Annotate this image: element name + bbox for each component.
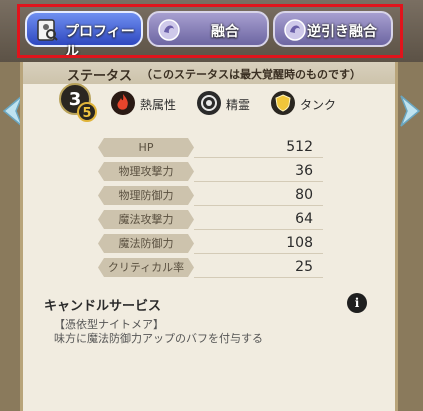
stat-name: 魔法攻撃力	[98, 210, 194, 229]
fire-icon	[111, 91, 135, 115]
status-note: （このステータスは最大覚醒時のものです）	[141, 68, 361, 81]
race-label: 精霊	[226, 98, 251, 112]
stat-row-physical-defense: 物理防御力 80	[98, 186, 323, 206]
stat-value: 25	[295, 259, 313, 275]
stat-row-hp: HP 512	[98, 138, 323, 158]
star-count: 5	[82, 106, 91, 121]
stat-name: HP	[98, 138, 194, 157]
skill-description: 味方に魔法防御力アップのバフを付与する	[54, 332, 263, 345]
stat-name: クリティカル率	[98, 258, 194, 277]
stat-divider	[194, 181, 323, 182]
skill-name: キャンドルサービス	[44, 299, 162, 314]
attribute-label: 熱属性	[140, 98, 177, 112]
status-header: ステータス （このステータスは最大覚醒時のものです）	[23, 62, 395, 84]
stat-row-critical-rate: クリティカル率 25	[98, 258, 323, 278]
next-arrow-icon[interactable]	[399, 94, 421, 128]
stat-value: 108	[286, 235, 313, 251]
stat-name: 魔法防御力	[98, 234, 194, 253]
stat-name: 物理防御力	[98, 186, 194, 205]
role-label: タンク	[300, 98, 337, 112]
stat-divider	[194, 205, 323, 206]
stat-value: 80	[295, 187, 313, 203]
stat-value: 512	[286, 139, 313, 155]
info-icon[interactable]: i	[347, 293, 367, 313]
stat-divider	[194, 157, 323, 158]
spirit-icon	[197, 91, 221, 115]
rank-badge-icon: 3 5	[59, 83, 97, 122]
tab-highlight-frame	[17, 4, 403, 58]
stat-divider	[194, 229, 323, 230]
stat-value: 36	[295, 163, 313, 179]
stat-row-magic-attack: 魔法攻撃力 64	[98, 210, 323, 230]
stat-value: 64	[295, 211, 313, 227]
shield-icon	[271, 91, 295, 115]
stat-divider	[194, 253, 323, 254]
stat-divider	[194, 277, 323, 278]
stat-name: 物理攻撃力	[98, 162, 194, 181]
attribute-row: 3 5 熱属性 精霊 タンク	[58, 82, 398, 122]
stat-row-magic-defense: 魔法防御力 108	[98, 234, 323, 254]
stat-row-physical-attack: 物理攻撃力 36	[98, 162, 323, 182]
